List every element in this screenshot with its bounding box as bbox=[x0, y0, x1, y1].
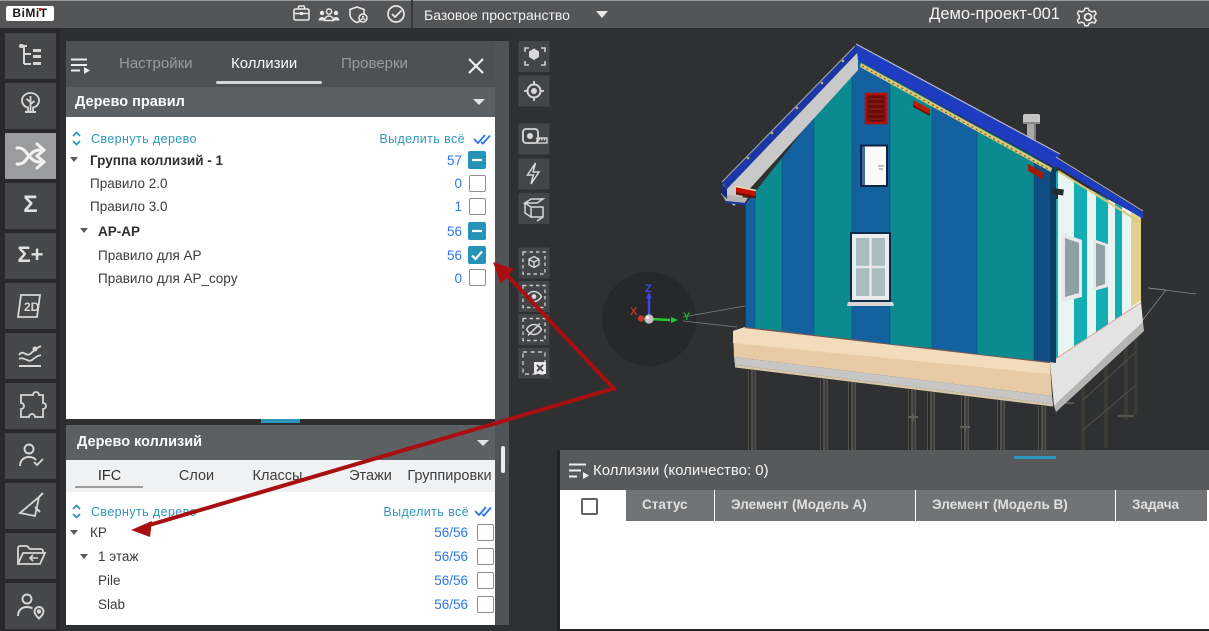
svg-text:Z: Z bbox=[645, 283, 652, 295]
svg-text:Y: Y bbox=[683, 311, 691, 323]
svg-text:2D: 2D bbox=[24, 300, 40, 314]
svg-text:X: X bbox=[630, 306, 638, 318]
